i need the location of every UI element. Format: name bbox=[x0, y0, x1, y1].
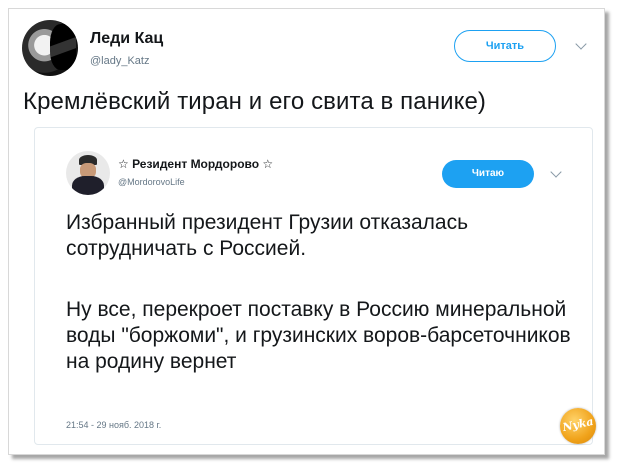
tweet-text: Кремлёвский тиран и его свита в панике) bbox=[23, 88, 486, 115]
quoted-author-handle[interactable]: @MordorovoLife bbox=[118, 177, 185, 187]
author-name[interactable]: Леди Кац bbox=[90, 30, 163, 48]
author-avatar[interactable] bbox=[22, 20, 78, 76]
following-button[interactable]: Читаю bbox=[442, 160, 534, 188]
watermark-text: Nyka bbox=[561, 414, 595, 435]
author-handle[interactable]: @lady_Katz bbox=[90, 55, 149, 67]
avatar-coat-shape bbox=[72, 176, 104, 195]
quoted-tweet-paragraph-1: Избранный президент Грузии отказалась со… bbox=[66, 211, 469, 260]
follow-button[interactable]: Читать bbox=[454, 30, 556, 62]
quoted-author-avatar[interactable] bbox=[66, 151, 110, 195]
quoted-tweet-timestamp[interactable]: 21:54 - 29 нояб. 2018 г. bbox=[66, 420, 161, 430]
quoted-tweet-paragraph-2: Ну все, перекроет поставку в Россию мине… bbox=[66, 298, 571, 373]
watermark-logo: Nyka bbox=[560, 408, 596, 444]
quoted-author-name[interactable]: ☆ Резидент Мордорово ☆ bbox=[118, 157, 273, 171]
